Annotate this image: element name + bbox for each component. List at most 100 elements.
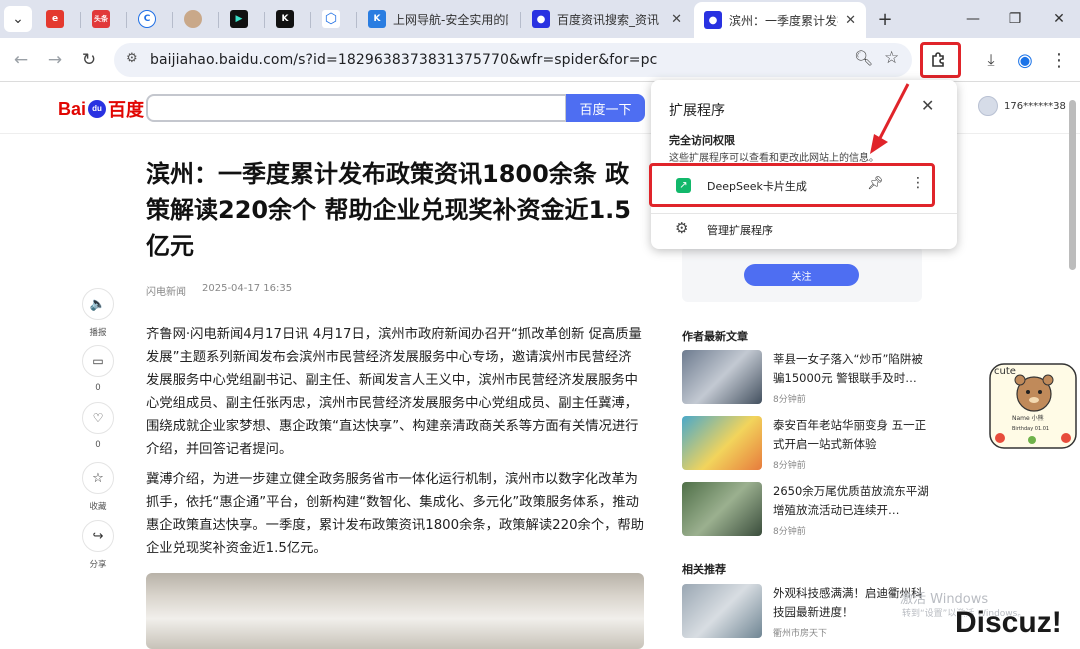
divider <box>651 213 957 214</box>
broadcast-button[interactable]: 🔈 播报 <box>82 288 114 338</box>
chevron-down-icon: ⌄ <box>12 11 24 27</box>
list-item[interactable]: 外观科技感满满！启迪衢州科技园最新进度！ 衢州市房天下 <box>682 584 932 639</box>
article-thumbnail <box>682 416 762 470</box>
list-item-title[interactable]: 2650余万尾优质苗放流东平湖 增殖放流活动已连续开… <box>773 482 933 520</box>
article-thumbnail <box>682 584 762 638</box>
bear-sticker-icon: cute Name 小熊 Birthday 01.01 <box>989 363 1077 449</box>
sticker-text: cute <box>994 366 1016 377</box>
list-item-time: 8分钟前 <box>773 461 806 471</box>
k-blue-icon: K <box>368 10 386 28</box>
article-image <box>146 573 644 649</box>
like-icon: ♡ <box>82 402 114 434</box>
tab-8[interactable]: K 上网导航-安全实用的网 <box>358 4 518 34</box>
follow-button[interactable]: 关注 <box>744 264 859 286</box>
article-paragraph: 齐鲁网·闪电新闻4月17日讯 4月17日，滨州市政府新闻办召开“抓改革创新 促高… <box>146 327 642 457</box>
k-logo-icon: K <box>276 10 294 28</box>
action-label: 播报 <box>89 328 107 338</box>
new-tab-button[interactable]: + <box>870 6 900 32</box>
favorite-button[interactable]: ☆ 收藏 <box>82 462 114 512</box>
reload-button[interactable]: ↻ <box>76 47 102 73</box>
toutiao-icon: 头条 <box>92 10 110 28</box>
article-title: 滨州：一季度累计发布政策资讯1800余条 政策解读220余个 帮助企业兑现奖补资… <box>146 160 631 260</box>
gear-icon: ⚙ <box>675 219 689 237</box>
list-item-time: 8分钟前 <box>773 395 806 405</box>
hexagon-icon: ⬡ <box>322 10 340 28</box>
close-icon[interactable]: ✕ <box>921 96 934 115</box>
comment-count: 0 <box>95 383 101 393</box>
close-icon[interactable]: ✕ <box>671 12 682 27</box>
sticker-birthday: Birthday 01.01 <box>1012 426 1049 432</box>
back-button[interactable]: ← <box>8 47 34 73</box>
close-window-button[interactable]: ✕ <box>1044 6 1074 32</box>
list-item[interactable]: 莘县一女子落入“炒币”陷阱被骗15000元 警银联手及时… 8分钟前 <box>682 350 933 405</box>
zoom-icon[interactable]: 🔍︎ <box>854 49 873 67</box>
article-meta: 闪电新闻 2025-04-17 16:35 <box>146 283 292 298</box>
c-logo-icon: C <box>138 10 156 28</box>
username: 176******38 <box>1004 100 1066 112</box>
action-label: 收藏 <box>89 502 107 512</box>
list-item-time: 8分钟前 <box>773 527 806 537</box>
list-item-title[interactable]: 泰安百年老站华丽变身 五一正式开启一站式新体验 <box>773 416 933 454</box>
url-text[interactable]: baijiahao.baidu.com/s?id=182963837383137… <box>150 52 657 68</box>
related-heading: 相关推荐 <box>682 563 726 576</box>
sticker-name: Name 小熊 <box>1012 414 1044 422</box>
menu-kebab-icon[interactable]: ⋮ <box>1046 47 1072 73</box>
site-settings-icon[interactable]: ⚙ <box>126 51 138 66</box>
minimize-button[interactable]: — <box>958 6 988 32</box>
list-item[interactable]: 泰安百年老站华丽变身 五一正式开启一站式新体验 8分钟前 <box>682 416 933 471</box>
article-paragraph: 冀溥介绍，为进一步建立健全政务服务省市一体化运行机制，滨州市以数字化改革为抓手，… <box>146 472 645 556</box>
tab-favicon-icon: e <box>46 10 64 28</box>
tab-title: 百度资讯搜索_资讯 <box>557 12 660 27</box>
full-access-description: 这些扩展程序可以查看和更改此网站上的信息。 <box>669 153 879 164</box>
search-button[interactable]: 百度一下 <box>566 94 645 122</box>
search-input[interactable] <box>146 94 567 122</box>
share-icon: ↪ <box>82 520 114 552</box>
tab-4[interactable] <box>174 4 216 34</box>
download-icon[interactable]: ⤓ <box>978 47 1004 73</box>
tab-active[interactable]: ● 滨州：一季度累计发布 ✕ <box>694 2 866 38</box>
maximize-button[interactable]: ❐ <box>1000 6 1030 32</box>
like-count: 0 <box>95 440 101 450</box>
user-menu[interactable]: 176******38 <box>978 96 1066 116</box>
manage-extensions-item[interactable]: ⚙ 管理扩展程序 <box>651 216 957 242</box>
address-bar[interactable]: ⚙ baijiahao.baidu.com/s?id=1829638373831… <box>114 43 912 77</box>
avatar-icon <box>184 10 202 28</box>
scrollbar[interactable] <box>1069 100 1076 270</box>
forward-button[interactable]: → <box>42 47 68 73</box>
baidu-paw-icon: ● <box>532 10 550 28</box>
tab-search-button[interactable]: ⌄ <box>4 6 32 32</box>
share-button[interactable]: ↪ 分享 <box>82 520 114 570</box>
full-access-title: 完全访问权限 <box>669 134 735 147</box>
activate-windows-watermark: 激活 Windows <box>900 592 989 607</box>
list-item[interactable]: 2650余万尾优质苗放流东平湖 增殖放流活动已连续开… 8分钟前 <box>682 482 933 537</box>
tab-9[interactable]: ● 百度资讯搜索_资讯 ✕ <box>522 4 692 34</box>
article-source[interactable]: 闪电新闻 <box>146 283 186 298</box>
tab-3[interactable]: C <box>128 4 170 34</box>
manage-extensions-label: 管理扩展程序 <box>707 224 773 237</box>
profile-icon[interactable]: ◉ <box>1012 47 1038 73</box>
annotation-arrow-icon <box>870 83 910 154</box>
tab-title: 滨州：一季度累计发布 <box>729 13 839 28</box>
tab-1[interactable]: e <box>36 4 78 34</box>
author-card: 关注 <box>682 246 922 302</box>
popup-title: 扩展程序 <box>669 103 725 119</box>
close-icon[interactable]: ✕ <box>845 13 856 28</box>
list-item-title[interactable]: 莘县一女子落入“炒币”陷阱被骗15000元 警银联手及时… <box>773 350 933 388</box>
comment-icon: ▭ <box>82 345 114 377</box>
baidu-paw-icon: ● <box>704 11 722 29</box>
highlight-extension-item <box>649 163 935 207</box>
action-label: 分享 <box>89 560 107 570</box>
baidu-logo[interactable]: Bai du 百度 <box>58 96 144 122</box>
like-button[interactable]: ♡ 0 <box>82 402 114 450</box>
tab-2[interactable]: 头条 <box>82 4 124 34</box>
tab-strip: ⌄ e 头条 C ▶ K ⬡ K 上网导航-安全实用的网 ● 百度资讯搜索_资讯… <box>0 0 1080 38</box>
baidu-paw-icon: du <box>88 100 107 118</box>
tab-6[interactable]: K <box>266 4 308 34</box>
highlight-extensions-button <box>920 42 961 78</box>
tab-5[interactable]: ▶ <box>220 4 262 34</box>
tab-7[interactable]: ⬡ <box>312 4 354 34</box>
bookmark-star-icon[interactable]: ☆ <box>884 48 899 68</box>
article-time: 2025-04-17 16:35 <box>202 283 293 294</box>
article-thumbnail <box>682 482 762 536</box>
comment-button[interactable]: ▭ 0 <box>82 345 114 393</box>
